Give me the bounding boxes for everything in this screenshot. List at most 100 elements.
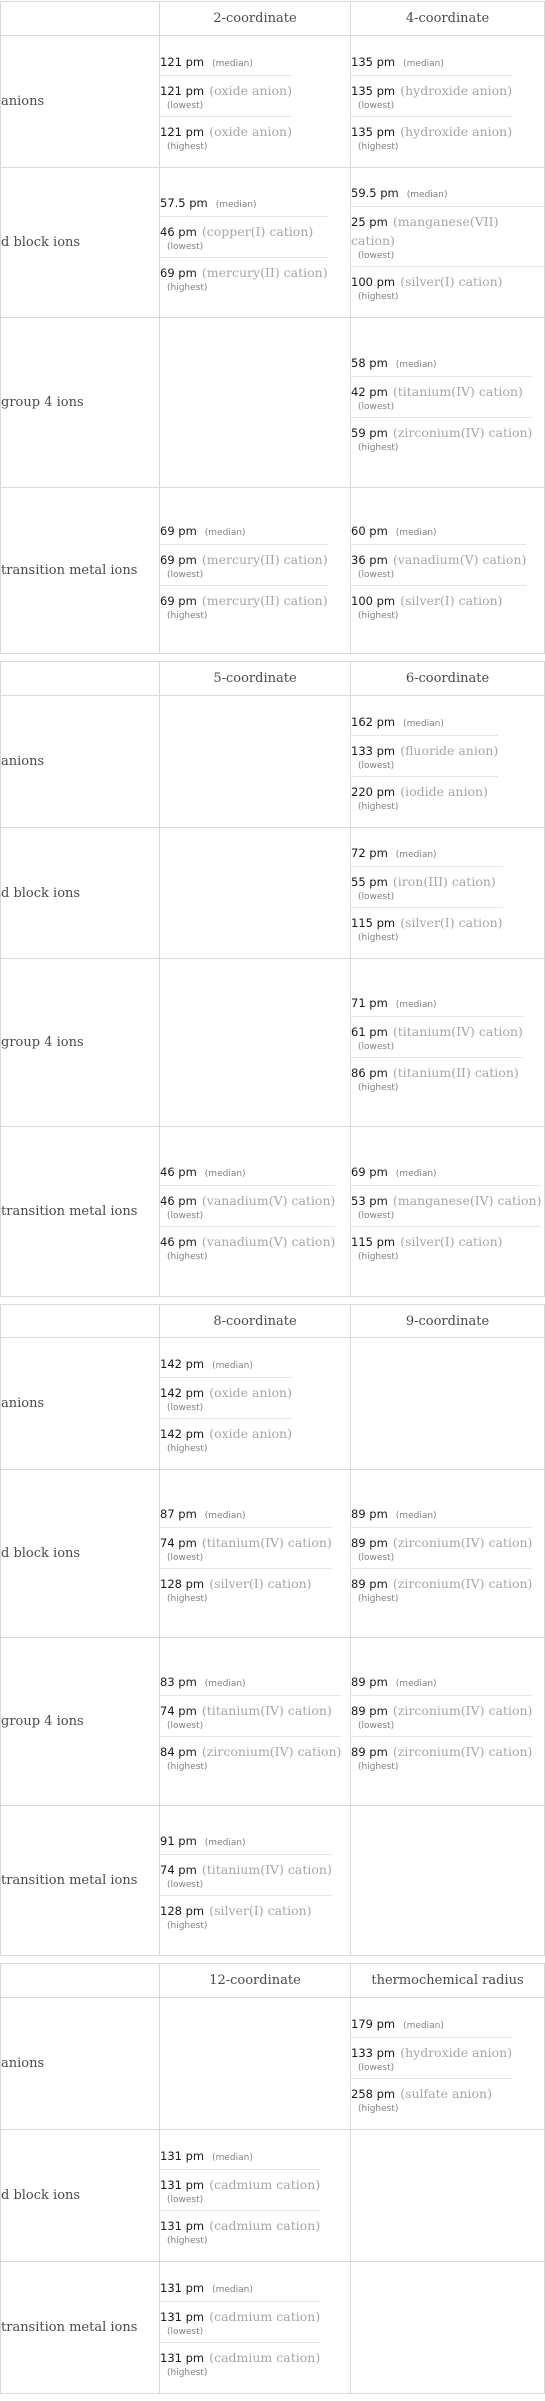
- radius-table: 12-coordinate thermochemical radius anions…: [0, 1963, 545, 2394]
- row-label: group 4 ions: [0, 317, 160, 488]
- highest-entry: 86 pm (titanium(II) cation) (highest): [351, 1058, 523, 1098]
- highest-value: 46 pm: [160, 1234, 197, 1249]
- lowest-ion-name: (mercury(II) cation): [201, 551, 328, 567]
- corner-cell: [0, 1304, 160, 1338]
- lowest-entry: 46 pm (vanadium(V) cation) (lowest): [160, 1186, 336, 1227]
- highest-value: 89 pm: [351, 1576, 388, 1591]
- median-entry: 69 pm (median): [160, 516, 328, 545]
- highest-entry: 46 pm (vanadium(V) cation) (highest): [160, 1227, 335, 1267]
- lowest-ion-name: (iron(III) cation): [392, 874, 496, 889]
- highest-entry: 121 pm (oxide anion) (highest): [160, 117, 292, 157]
- value-cell: 69 pm (median) 53 pm (manganese(IV) cation…: [350, 1126, 545, 1297]
- lowest-entry: 74 pm (titanium(IV) cation) (lowest): [160, 1696, 342, 1737]
- empty-cell: [350, 1337, 545, 1470]
- median-entry: 91 pm (median): [160, 1826, 332, 1855]
- value-cell: 83 pm (median) 74 pm (titanium(IV) cation)…: [159, 1637, 351, 1806]
- table-row: transition metal ions 131 pm (median) 131 p…: [0, 2261, 545, 2394]
- highest-tag: (highest): [167, 2235, 208, 2246]
- lowest-value: 133 pm: [351, 2045, 396, 2060]
- median-entry: 131 pm (median): [160, 2141, 321, 2170]
- row-label: d block ions: [0, 167, 160, 318]
- value-cell: 121 pm (median) 121 pm (oxide anion) (lowes…: [159, 35, 351, 168]
- row-label: transition metal ions: [0, 2261, 160, 2394]
- lowest-entry: 131 pm (cadmium cation) (lowest): [160, 2170, 321, 2211]
- highest-tag: (highest): [358, 610, 399, 621]
- lowest-value: 121 pm: [160, 83, 205, 98]
- highest-ion-name: (silver(I) cation): [400, 274, 503, 289]
- lowest-tag: (lowest): [167, 569, 204, 580]
- lowest-value: 69 pm: [160, 552, 197, 567]
- lowest-entry: 142 pm (oxide anion) (lowest): [160, 1378, 292, 1419]
- median-value: 89 pm: [351, 1506, 388, 1521]
- table-row: d block ions 72 pm (median) 55 pm (iron(III…: [0, 827, 545, 959]
- median-entry: 87 pm (median): [160, 1499, 332, 1528]
- lowest-ion-name: (hydroxide anion): [400, 82, 513, 98]
- value-cell: 69 pm (median) 69 pm (mercury(II) cation) (…: [159, 487, 351, 654]
- column-header: 5-coordinate: [159, 661, 351, 696]
- lowest-ion-name: (vanadium(V) cation): [201, 1192, 336, 1208]
- lowest-entry: 55 pm (iron(III) cation) (lowest): [351, 867, 503, 908]
- value-list: 58 pm (median) 42 pm (titanium(IV) cation)…: [351, 348, 533, 458]
- lowest-tag: (lowest): [358, 251, 395, 261]
- row-label: transition metal ions: [0, 1805, 160, 1956]
- row-label: anions: [0, 695, 160, 828]
- highest-tag: (highest): [358, 442, 399, 453]
- median-value: 69 pm: [351, 1164, 388, 1179]
- highest-ion-name: (cadmium cation): [209, 2349, 321, 2365]
- row-label: d block ions: [0, 1469, 160, 1638]
- lowest-entry: 133 pm (fluoride anion) (lowest): [351, 736, 499, 777]
- median-value: 121 pm: [160, 54, 205, 69]
- value-cell: 142 pm (median) 142 pm (oxide anion) (lowes…: [159, 1337, 351, 1470]
- highest-ion-name: (oxide anion): [209, 1425, 292, 1441]
- value-list: 131 pm (median) 131 pm (cadmium cation) (lo…: [160, 2141, 321, 2251]
- row-label: d block ions: [0, 2129, 160, 2262]
- highest-value: 86 pm: [351, 1065, 388, 1080]
- highest-tag: (highest): [167, 1251, 208, 1262]
- lowest-tag: (lowest): [358, 401, 395, 412]
- median-entry: 89 pm (median): [351, 1667, 533, 1696]
- median-value: 69 pm: [160, 523, 197, 538]
- value-list: 89 pm (median) 89 pm (zirconium(IV) cation…: [351, 1667, 533, 1777]
- lowest-entry: 89 pm (zirconium(IV) cation) (lowest): [351, 1696, 533, 1737]
- lowest-tag: (lowest): [167, 2194, 204, 2205]
- value-cell: 89 pm (median) 89 pm (zirconium(IV) cation…: [350, 1469, 545, 1638]
- value-list: 91 pm (median) 74 pm (titanium(IV) cation)…: [160, 1826, 332, 1936]
- lowest-tag: (lowest): [358, 569, 395, 580]
- lowest-entry: 74 pm (titanium(IV) cation) (lowest): [160, 1528, 332, 1569]
- table-row: anions 121 pm (median) 121 pm (oxide anion)…: [0, 35, 545, 168]
- median-entry: 59.5 pm (median): [351, 178, 544, 207]
- value-list: 142 pm (median) 142 pm (oxide anion) (lowes…: [160, 1349, 292, 1459]
- value-list: 89 pm (median) 89 pm (zirconium(IV) cation…: [351, 1499, 533, 1609]
- table-row: group 4 ions 58 pm (median) 42 pm (titanium…: [0, 317, 545, 488]
- lowest-tag: (lowest): [358, 1720, 395, 1731]
- lowest-tag: (lowest): [167, 1720, 204, 1731]
- lowest-entry: 69 pm (mercury(II) cation) (lowest): [160, 545, 328, 586]
- highest-tag: (highest): [167, 1920, 208, 1931]
- table-row: anions 162 pm (median) 133 pm (fluoride ani…: [0, 695, 545, 828]
- median-value: 91 pm: [160, 1833, 197, 1848]
- lowest-tag: (lowest): [167, 1210, 204, 1221]
- highest-ion-name: (silver(I) cation): [209, 1575, 312, 1591]
- highest-tag: (highest): [358, 1761, 399, 1772]
- median-entry: 60 pm (median): [351, 516, 527, 545]
- lowest-tag: (lowest): [358, 1552, 395, 1563]
- value-list: 69 pm (median) 69 pm (mercury(II) cation) (…: [160, 516, 328, 626]
- median-tag: (median): [204, 1837, 246, 1848]
- highest-value: 220 pm: [351, 784, 396, 799]
- highest-entry: 115 pm (silver(I) cation) (highest): [351, 1227, 541, 1267]
- median-tag: (median): [403, 718, 444, 729]
- highest-value: 258 pm: [351, 2086, 396, 2101]
- highest-tag: (highest): [167, 141, 208, 152]
- highest-value: 84 pm: [160, 1744, 197, 1759]
- median-entry: 69 pm (median): [351, 1157, 542, 1186]
- row-label: anions: [0, 35, 160, 168]
- lowest-tag: (lowest): [167, 1879, 204, 1890]
- lowest-entry: 46 pm (copper(I) cation) (lowest): [160, 217, 328, 258]
- table-row: anions 179 pm (median) 133 pm (hydroxide an…: [0, 1997, 545, 2130]
- median-tag: (median): [212, 2284, 253, 2295]
- median-tag: (median): [212, 1360, 253, 1371]
- highest-ion-name: (iodide anion): [400, 783, 488, 799]
- median-value: 131 pm: [160, 2280, 205, 2295]
- table-row: d block ions 57.5 pm (median) 46 pm (copper…: [0, 167, 545, 318]
- highest-ion-name: (mercury(II) cation): [201, 592, 328, 608]
